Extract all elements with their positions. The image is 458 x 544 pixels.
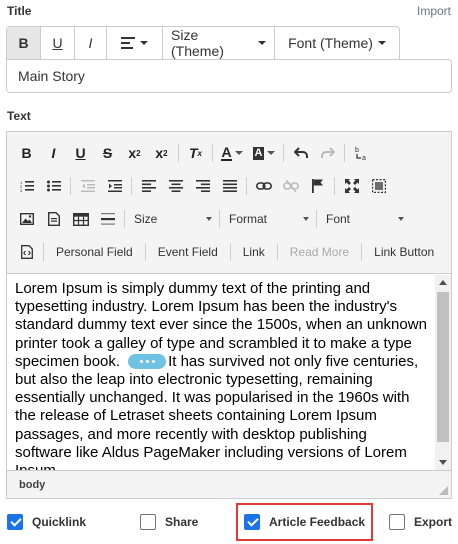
export-label: Export [414,515,453,529]
font-theme-label: Font (Theme) [288,35,373,51]
align-dropdown[interactable] [107,27,163,59]
format-combo-label: Format [229,212,268,226]
size-combo[interactable]: Size [128,208,216,230]
undo-icon[interactable] [287,140,314,166]
strikethrough-icon[interactable]: S [94,140,121,166]
superscript-icon[interactable]: x2 [148,140,175,166]
article-feedback-label: Article Feedback [269,515,366,529]
chevron-down-icon [140,41,148,45]
title-label: Title [7,4,32,18]
share-label: Share [165,515,199,529]
size-theme-label: Size (Theme) [171,27,224,59]
read-more-marker[interactable] [128,354,167,370]
source-icon[interactable] [13,239,40,265]
find-replace-icon[interactable]: ba [348,140,375,166]
background-color-icon[interactable]: A [248,140,280,166]
justify-icon[interactable] [216,173,243,199]
align-left-icon [121,37,135,49]
editor-statusbar: body [7,470,451,498]
table-icon[interactable] [67,206,94,232]
chevron-down-icon [377,41,386,45]
checkbox-checked-icon[interactable] [244,514,260,530]
italic-button[interactable]: I [75,27,107,59]
editor-toolbar: B I U S x2 x2 Tx A A ba 1 2 3 Size Forma… [7,132,451,274]
content-text-after: It has survived not only five centuries,… [15,352,419,470]
share-checkbox[interactable]: Share [140,514,198,530]
outdent-icon[interactable] [74,173,101,199]
align-right-icon[interactable] [189,173,216,199]
align-center-icon[interactable] [162,173,189,199]
text-label: Text [7,109,31,123]
scroll-up-icon[interactable] [439,280,447,285]
article-feedback-checkbox[interactable]: Article Feedback [244,514,365,530]
maximize-icon[interactable] [338,173,365,199]
unlink-icon[interactable] [277,173,304,199]
bold-button[interactable]: B [7,27,41,59]
underline-icon[interactable]: U [67,140,94,166]
svg-text:b: b [355,147,359,154]
editor-scrollbar[interactable] [435,275,451,470]
link-text-button[interactable]: Link [234,245,274,259]
font-theme-dropdown[interactable]: Font (Theme) [275,27,399,59]
link-button-button[interactable]: Link Button [365,245,443,259]
export-checkbox[interactable]: Export [389,514,452,530]
personal-field-button[interactable]: Personal Field [47,245,142,259]
remove-format-icon[interactable]: Tx [182,140,209,166]
chevron-down-icon [206,217,212,221]
svg-text:3: 3 [20,188,23,192]
image-icon[interactable] [13,206,40,232]
event-field-button[interactable]: Event Field [149,245,227,259]
subscript-icon[interactable]: x2 [121,140,148,166]
scroll-thumb[interactable] [437,292,449,442]
chevron-down-icon [303,217,309,221]
horizontal-rule-icon[interactable] [94,206,121,232]
checkbox-icon[interactable] [389,514,405,530]
title-input[interactable]: Main Story [6,59,452,93]
underline-button[interactable]: U [41,27,75,59]
indent-icon[interactable] [101,173,128,199]
title-toolbar: B U I Size (Theme) Font (Theme) [6,26,400,59]
chevron-down-icon [258,41,266,45]
resize-handle-icon[interactable] [439,486,448,495]
italic-icon[interactable]: I [40,140,67,166]
rich-text-editor: B I U S x2 x2 Tx A A ba 1 2 3 Size Forma… [6,131,452,499]
element-path[interactable]: body [19,479,45,491]
bulleted-list-icon[interactable] [40,173,67,199]
align-left-icon[interactable] [135,173,162,199]
import-link[interactable]: Import [417,4,451,18]
show-blocks-icon[interactable] [365,173,392,199]
checkbox-icon[interactable] [140,514,156,530]
options-row: Quicklink Share Article Feedback Export [0,509,458,541]
svg-text:a: a [362,155,366,161]
read-more-button[interactable]: Read More [281,245,358,259]
scroll-down-icon[interactable] [439,460,447,465]
quicklink-checkbox[interactable]: Quicklink [7,514,86,530]
size-theme-dropdown[interactable]: Size (Theme) [163,27,275,59]
font-combo-label: Font [326,212,351,226]
quicklink-label: Quicklink [32,515,87,529]
checkbox-checked-icon[interactable] [7,514,23,530]
link-icon[interactable] [250,173,277,199]
text-color-icon[interactable]: A [216,140,248,166]
size-combo-label: Size [134,212,158,226]
editor-content[interactable]: Lorem Ipsum is simply dummy text of the … [7,275,435,470]
anchor-flag-icon[interactable] [304,173,331,199]
format-combo[interactable]: Format [223,208,313,230]
numbered-list-icon[interactable]: 123 [13,173,40,199]
font-combo[interactable]: Font [320,208,408,230]
redo-icon[interactable] [314,140,341,166]
chevron-down-icon [398,217,404,221]
document-icon[interactable] [40,206,67,232]
bold-icon[interactable]: B [13,140,40,166]
